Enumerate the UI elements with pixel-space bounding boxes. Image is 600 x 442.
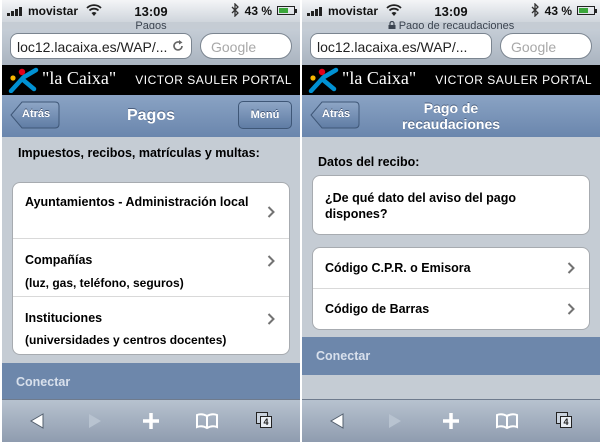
brand-name: "la Caixa" [42, 68, 117, 88]
list-item-codigo-cpr[interactable]: Código C.P.R. o Emisora [313, 248, 589, 288]
url-field[interactable]: loc12.lacaixa.es/WAP/... [310, 33, 492, 59]
site-banner: "la Caixa" VICTOR SAULER PORTAL [2, 65, 300, 95]
browser-toolbar: 4 [302, 399, 600, 442]
user-name: VICTOR SAULER PORTAL [435, 73, 592, 87]
connect-link[interactable]: Conectar [2, 363, 300, 401]
search-field[interactable]: Google [500, 33, 592, 59]
site-banner: "la Caixa" VICTOR SAULER PORTAL [302, 65, 600, 95]
brand-name: "la Caixa" [342, 68, 417, 88]
phone-screen-right: movistar 13:09 43 % Pago de recaudacione… [302, 0, 600, 442]
battery-percent: 43 % [244, 4, 272, 18]
bookmarks-icon[interactable] [196, 410, 218, 432]
back-arrow-icon[interactable] [326, 410, 348, 432]
nav-title: Pagos [126, 107, 175, 124]
list-item-instituciones[interactable]: Instituciones (universidades y centros d… [13, 296, 289, 354]
section-label: Datos del recibo: [318, 155, 420, 169]
add-icon[interactable] [440, 410, 462, 432]
search-field[interactable]: Google [200, 33, 292, 59]
chevron-right-icon [567, 303, 575, 315]
phone-screen-left: movistar 13:09 43 % Pagos loc12.lacaixa.… [2, 0, 300, 442]
connect-link[interactable]: Conectar [302, 337, 600, 375]
forward-arrow-icon[interactable] [84, 410, 106, 432]
address-bar: loc12.lacaixa.es/WAP/... Google [302, 29, 600, 65]
status-bar: movistar 13:09 43 % [2, 0, 300, 22]
list-item-ayuntamientos[interactable]: Ayuntamientos - Administración local [13, 183, 289, 238]
tabs-icon[interactable]: 4 [554, 410, 576, 432]
chevron-right-icon [267, 255, 275, 267]
battery-percent: 43 % [544, 4, 572, 18]
back-arrow-icon[interactable] [26, 410, 48, 432]
options-list: Código C.P.R. o Emisora Código de Barras [312, 247, 590, 330]
question-card: ¿De qué dato del aviso del pago dispones… [312, 175, 590, 235]
reload-icon[interactable] [171, 39, 185, 53]
user-name: VICTOR SAULER PORTAL [135, 73, 292, 87]
back-button[interactable]: Atrás [310, 101, 360, 129]
battery-icon [577, 6, 597, 15]
chevron-right-icon [267, 313, 275, 325]
url-text: loc12.lacaixa.es/WAP/... [317, 39, 468, 55]
list-item-codigo-barras[interactable]: Código de Barras [313, 288, 589, 329]
bluetooth-icon [531, 3, 539, 17]
section-label: Impuestos, recibos, matrículas y multas: [18, 146, 260, 160]
question-text: ¿De qué dato del aviso del pago dispones… [325, 191, 517, 221]
add-icon[interactable] [140, 410, 162, 432]
bookmarks-icon[interactable] [496, 410, 518, 432]
status-bar: movistar 13:09 43 % [302, 0, 600, 22]
url-field[interactable]: loc12.lacaixa.es/WAP/... [10, 33, 192, 59]
nav-bar: Atrás Pagos Menú [2, 95, 300, 138]
star-logo-icon [8, 67, 39, 93]
address-bar: loc12.lacaixa.es/WAP/... Google [2, 29, 300, 65]
menu-button[interactable]: Menú [238, 101, 292, 129]
list-item-companias[interactable]: Compañías (luz, gas, teléfono, seguros) [13, 238, 289, 296]
star-logo-icon [308, 67, 339, 93]
content-area: Impuestos, recibos, matrículas y multas:… [2, 137, 300, 442]
nav-title: Pago de recaudaciones [401, 100, 501, 132]
battery-icon [277, 6, 297, 15]
url-text: loc12.lacaixa.es/WAP/... [17, 39, 168, 55]
browser-toolbar: 4 [2, 399, 300, 442]
content-area: Datos del recibo: ¿De qué dato del aviso… [302, 137, 600, 442]
bluetooth-icon [231, 3, 239, 17]
nav-bar: Atrás Pago de recaudaciones [302, 95, 600, 138]
chevron-right-icon [267, 206, 275, 218]
back-button[interactable]: Atrás [10, 101, 60, 129]
chevron-right-icon [567, 262, 575, 274]
options-list: Ayuntamientos - Administración local Com… [12, 182, 290, 355]
forward-arrow-icon[interactable] [384, 410, 406, 432]
tabs-icon[interactable]: 4 [254, 410, 276, 432]
